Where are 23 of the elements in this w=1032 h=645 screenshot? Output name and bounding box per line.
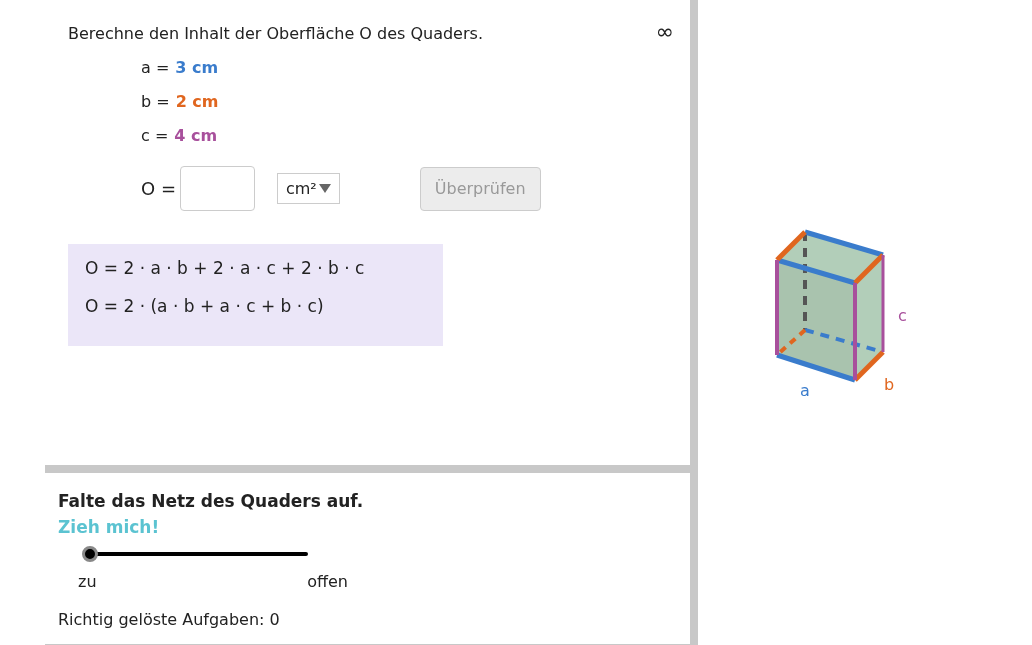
edge-label: a <box>800 381 810 400</box>
caret-icon <box>318 184 331 193</box>
hint-text: Zieh mich! <box>58 515 161 539</box>
given-value: 3 cm <box>175 57 219 79</box>
edge-label: c <box>898 306 907 325</box>
edge-label: b <box>884 375 895 394</box>
variable-label: b = <box>141 91 170 113</box>
answer-label: O = <box>141 177 176 201</box>
variable-label: c = <box>141 125 169 147</box>
slider-max-label: offen <box>307 571 348 593</box>
variable-label: a = <box>141 57 170 79</box>
slider-thumb[interactable] <box>82 546 98 562</box>
slider-min-label: zu <box>78 571 97 593</box>
unit-dropdown[interactable]: cm² <box>277 173 340 204</box>
given-value: 2 cm <box>175 91 219 113</box>
answer-field[interactable] <box>180 166 255 211</box>
formula-line: O = 2 · a · b + 2 · a · c + 2 · b · c <box>85 257 366 280</box>
formula-line: O = 2 · (a · b + a · c + b · c) <box>85 294 325 318</box>
task-text: Berechne den Inhalt der Oberfläche O des Quaders. <box>68 23 483 45</box>
given-value: 4 cm <box>174 125 218 147</box>
score-text: Richtig gelöste Aufgaben: 0 <box>58 609 281 631</box>
infinity-symbol: ∞ <box>655 22 674 42</box>
net-title: Falte das Netz des Quaders auf. <box>58 490 365 513</box>
